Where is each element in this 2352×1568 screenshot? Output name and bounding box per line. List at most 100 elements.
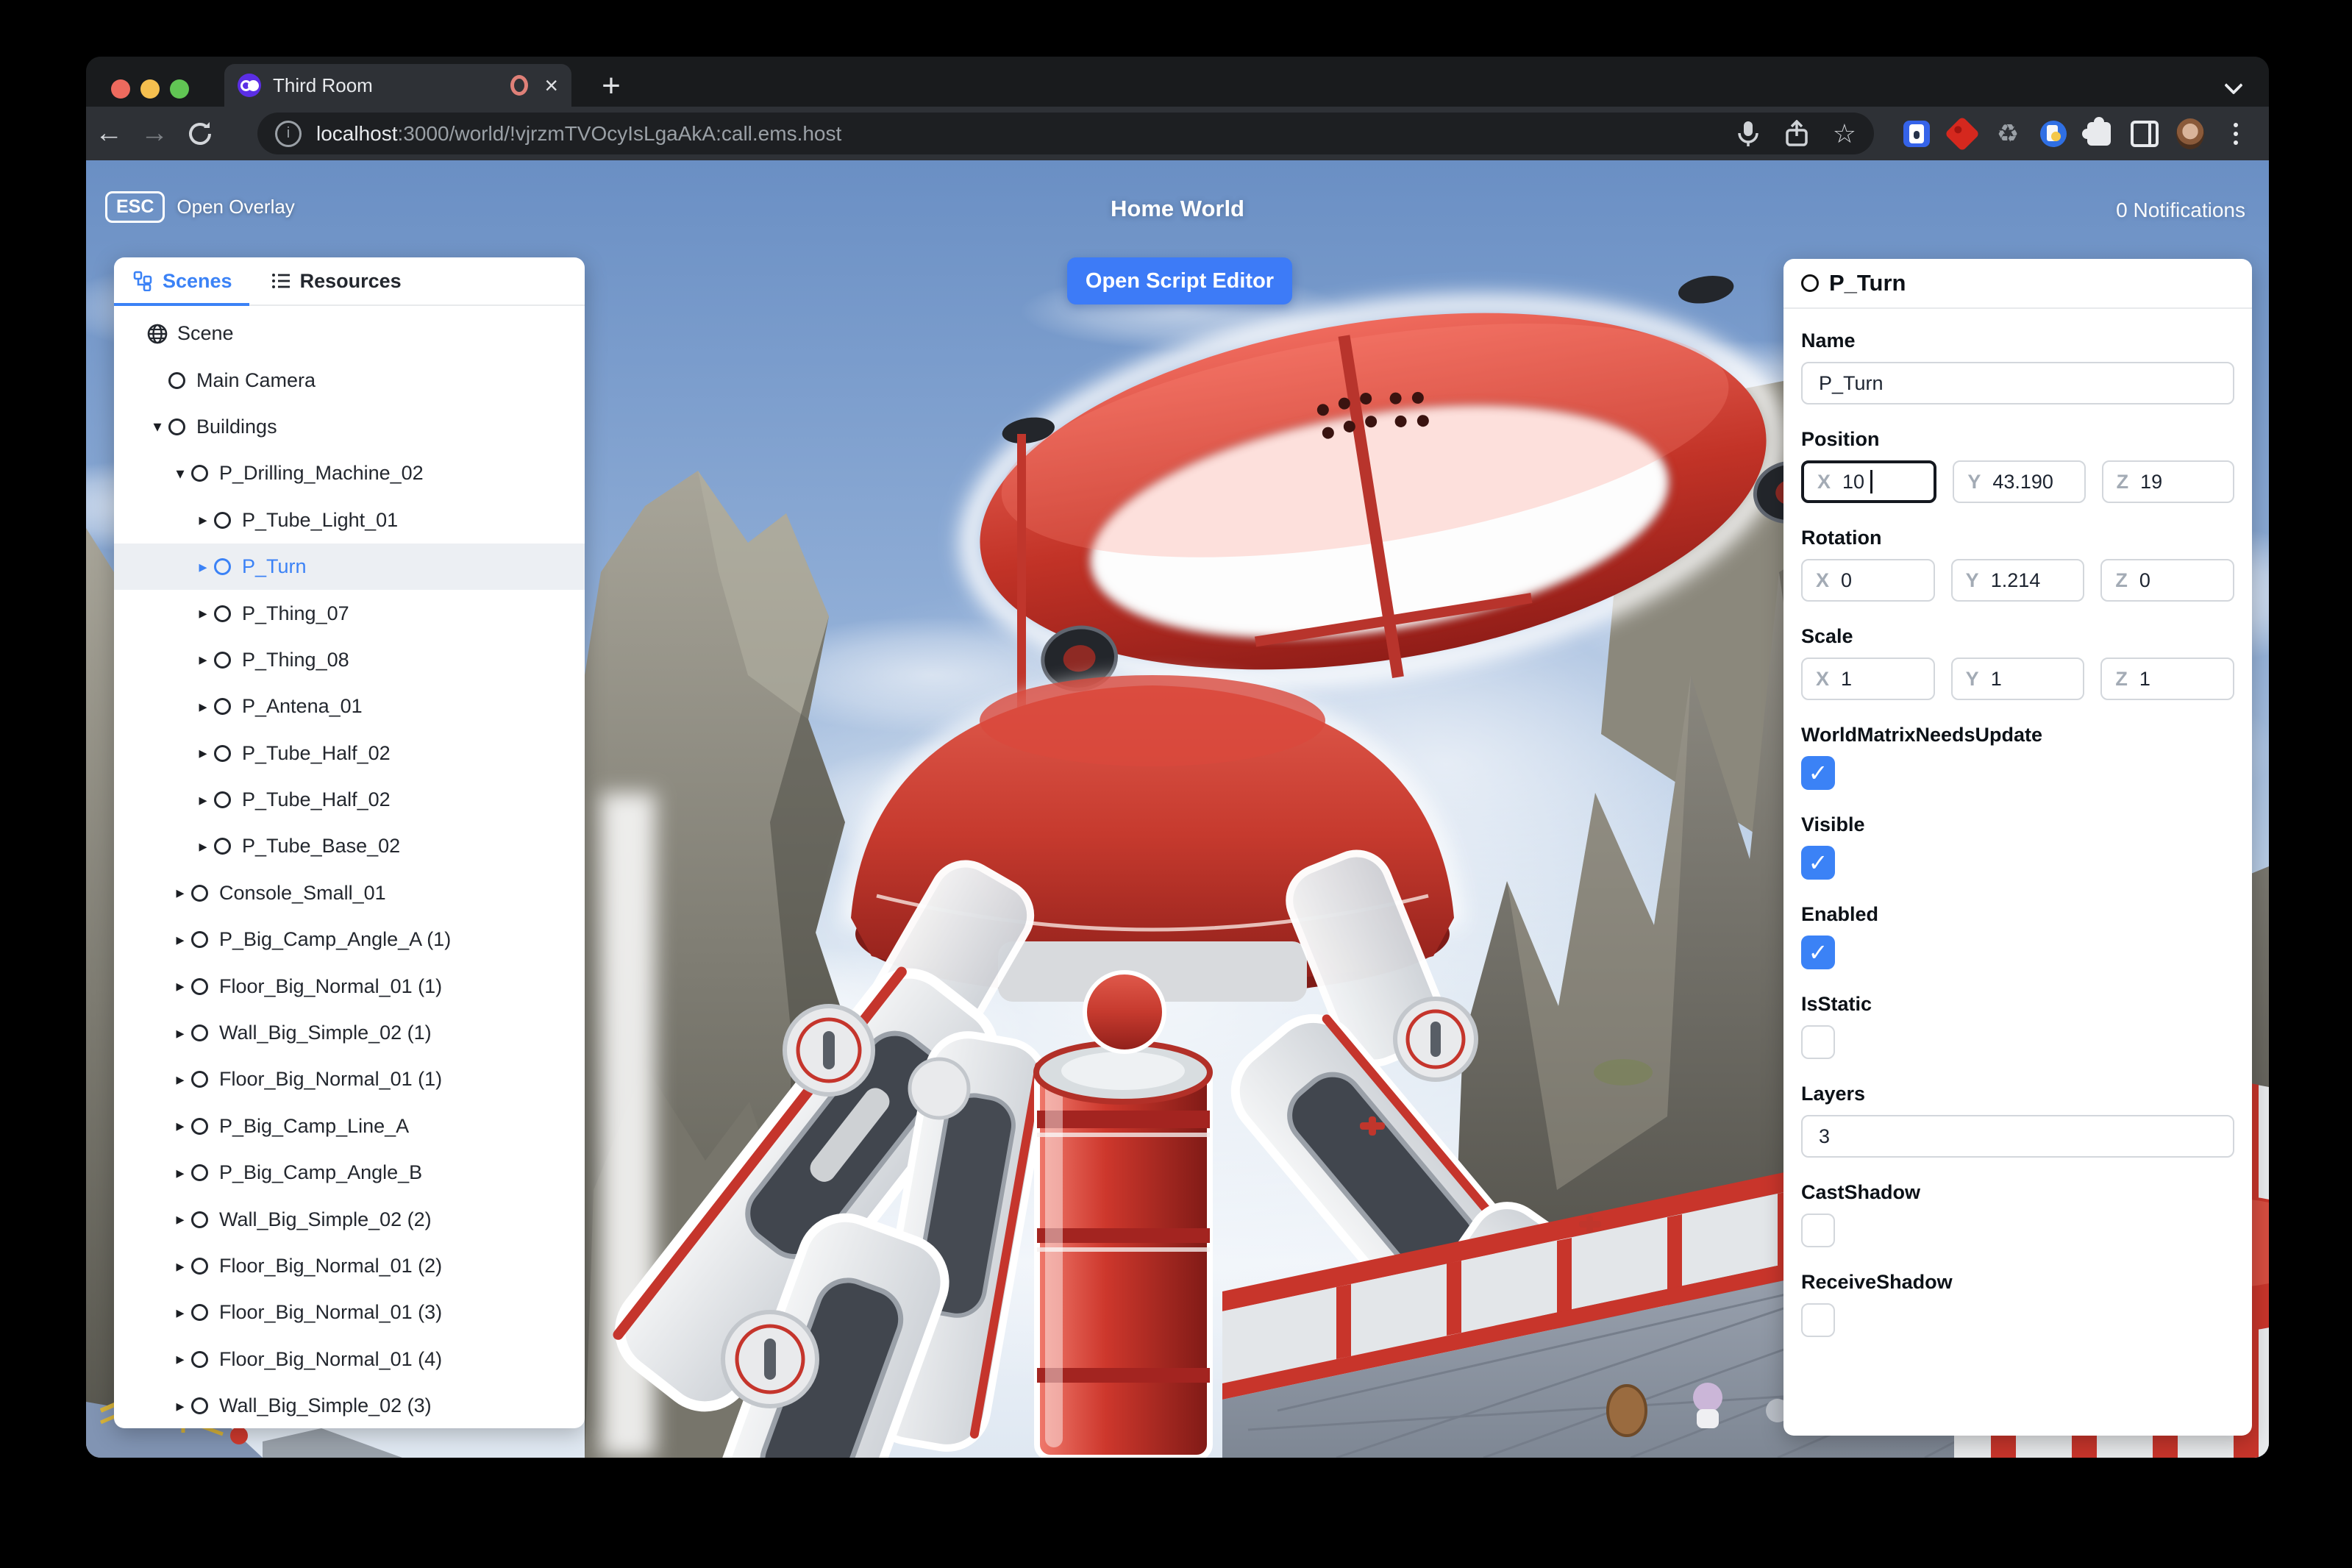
- tree-item[interactable]: ▸ Floor_Big_Normal_01 (2): [114, 1243, 585, 1289]
- tree-item[interactable]: ▾ P_Drilling_Machine_02: [114, 450, 585, 496]
- tree-item[interactable]: ▸ Floor_Big_Normal_01 (1): [114, 1056, 585, 1102]
- browser-toolbar: ← → i localhost:3000/world/!vjrzmTVOcyIs…: [86, 107, 2269, 160]
- worldmatrix-label: WorldMatrixNeedsUpdate: [1801, 724, 2043, 746]
- profile-avatar[interactable]: [2176, 118, 2204, 149]
- new-tab-button[interactable]: +: [592, 67, 630, 105]
- position-x-input[interactable]: X 10: [1801, 460, 1937, 503]
- tree-item-label: Floor_Big_Normal_01 (4): [219, 1347, 443, 1370]
- bookmark-star-icon[interactable]: ☆: [1833, 120, 1856, 147]
- microphone-icon[interactable]: [1736, 120, 1761, 148]
- expander-icon[interactable]: ▸: [169, 1303, 191, 1322]
- expander-icon[interactable]: ▸: [192, 744, 214, 763]
- recycle-extension-icon[interactable]: ♻: [1997, 121, 2019, 146]
- position-y-input[interactable]: Y 43.190: [1953, 460, 2086, 503]
- tree-item[interactable]: Main Camera: [114, 357, 585, 403]
- position-z-input[interactable]: Z 19: [2101, 460, 2234, 503]
- rotation-x-input[interactable]: X 0: [1801, 559, 1935, 602]
- expander-icon[interactable]: ▾: [146, 417, 168, 436]
- tree-item[interactable]: ▸ Floor_Big_Normal_01 (1): [114, 963, 585, 1009]
- extension-icons: ♻: [1903, 107, 2250, 160]
- url-text[interactable]: localhost:3000/world/!vjrzmTVOcyIsLgaAkA…: [316, 122, 1721, 146]
- tree-item[interactable]: ▸ P_Thing_07: [114, 590, 585, 636]
- expander-icon[interactable]: ▸: [192, 557, 214, 577]
- expander-icon[interactable]: ▸: [192, 510, 214, 530]
- expander-icon[interactable]: ▸: [169, 1163, 191, 1183]
- url-bar[interactable]: i localhost:3000/world/!vjrzmTVOcyIsLgaA…: [257, 113, 1874, 154]
- open-script-editor-button[interactable]: Open Script Editor: [1067, 257, 1292, 304]
- tree-item[interactable]: ▸ Wall_Big_Simple_02 (3): [114, 1383, 585, 1428]
- expander-icon[interactable]: ▸: [169, 1257, 191, 1276]
- tab-search-chevron-icon[interactable]: [2225, 74, 2244, 93]
- tree-item-selected[interactable]: ▸ P_Turn: [114, 543, 585, 591]
- tree-item-label: P_Tube_Light_01: [242, 508, 399, 531]
- text-cursor: [1870, 470, 1873, 493]
- minimize-window-button[interactable]: [140, 79, 160, 99]
- tab-scenes[interactable]: Scenes: [114, 257, 252, 304]
- expander-icon[interactable]: ▸: [169, 977, 191, 996]
- reader-extension-icon[interactable]: [2040, 120, 2067, 147]
- tree-item[interactable]: ▸ Floor_Big_Normal_01 (3): [114, 1289, 585, 1336]
- expander-icon[interactable]: ▸: [169, 883, 191, 902]
- tree-item[interactable]: Scene: [114, 310, 585, 357]
- visible-checkbox[interactable]: ✓: [1801, 846, 1835, 880]
- expander-icon[interactable]: ▸: [192, 604, 214, 623]
- tab-resources[interactable]: Resources: [252, 257, 421, 304]
- castshadow-checkbox[interactable]: [1801, 1214, 1835, 1247]
- scale-y-input[interactable]: Y 1: [1950, 658, 2085, 700]
- expander-icon[interactable]: ▸: [169, 1024, 191, 1043]
- scale-x-input[interactable]: X 1: [1801, 658, 1935, 700]
- expander-icon[interactable]: ▸: [192, 697, 214, 716]
- rotation-y-input[interactable]: Y 1.214: [1950, 559, 2085, 602]
- expander-icon[interactable]: ▸: [169, 1116, 191, 1136]
- expander-icon[interactable]: ▸: [169, 1070, 191, 1089]
- expander-icon[interactable]: ▸: [192, 837, 214, 856]
- notifications-status[interactable]: 0 Notifications: [2116, 199, 2245, 222]
- expander-icon[interactable]: ▾: [169, 464, 191, 483]
- sidebar-toggle-icon[interactable]: [2131, 120, 2159, 147]
- tree-item[interactable]: ▸ P_Thing_08: [114, 637, 585, 683]
- tree-item[interactable]: ▸ P_Tube_Base_02: [114, 823, 585, 869]
- expander-icon[interactable]: ▸: [192, 791, 214, 810]
- forward-icon[interactable]: →: [132, 118, 177, 149]
- tree-item[interactable]: ▾ Buildings: [114, 404, 585, 450]
- tree-item[interactable]: ▸ P_Big_Camp_Angle_A (1): [114, 916, 585, 963]
- worldmatrix-checkbox[interactable]: ✓: [1801, 756, 1835, 790]
- share-icon[interactable]: [1784, 119, 1809, 148]
- red-extension-icon[interactable]: [1944, 115, 1981, 152]
- rotation-z-input[interactable]: Z 0: [2100, 559, 2235, 602]
- scale-z-input[interactable]: Z 1: [2100, 658, 2235, 700]
- tree-item[interactable]: ▸ P_Big_Camp_Line_A: [114, 1103, 585, 1150]
- tree-item-label: Floor_Big_Normal_01 (1): [219, 1068, 443, 1091]
- info-icon[interactable]: i: [275, 120, 302, 147]
- enabled-checkbox[interactable]: ✓: [1801, 936, 1835, 969]
- tree-item[interactable]: ▸ Wall_Big_Simple_02 (2): [114, 1196, 585, 1242]
- expander-icon[interactable]: ▸: [169, 930, 191, 949]
- close-window-button[interactable]: [111, 79, 130, 99]
- back-icon[interactable]: ←: [86, 118, 132, 149]
- layers-input[interactable]: 3: [1801, 1115, 2234, 1158]
- password-manager-extension-icon[interactable]: [1903, 120, 1930, 147]
- tree-item[interactable]: ▸ Floor_Big_Normal_01 (4): [114, 1336, 585, 1383]
- zoom-window-button[interactable]: [170, 79, 189, 99]
- receiveshadow-checkbox[interactable]: [1801, 1303, 1835, 1337]
- name-input[interactable]: P_Turn: [1801, 362, 2234, 405]
- expander-icon[interactable]: ▸: [169, 1210, 191, 1229]
- tree-item[interactable]: ▸ P_Tube_Half_02: [114, 777, 585, 823]
- expander-icon[interactable]: ▸: [169, 1397, 191, 1416]
- extensions-puzzle-icon[interactable]: [2082, 116, 2111, 146]
- menu-dots-icon[interactable]: [2234, 122, 2238, 145]
- tree-item[interactable]: ▸ Console_Small_01: [114, 870, 585, 916]
- tab-close-icon[interactable]: ×: [544, 74, 558, 97]
- third-room-favicon-icon: [238, 74, 261, 97]
- isstatic-checkbox[interactable]: [1801, 1025, 1835, 1059]
- tree-item[interactable]: ▸ P_Antena_01: [114, 683, 585, 730]
- tree-item[interactable]: ▸ P_Big_Camp_Angle_B: [114, 1150, 585, 1196]
- tree-item[interactable]: ▸ P_Tube_Half_02: [114, 730, 585, 777]
- reload-icon[interactable]: [177, 119, 223, 149]
- browser-tab[interactable]: Third Room ×: [224, 64, 571, 107]
- expander-icon[interactable]: ▸: [169, 1350, 191, 1369]
- 3d-viewport[interactable]: ESC Open Overlay Home World 0 Notificati…: [86, 160, 2269, 1458]
- expander-icon[interactable]: ▸: [192, 650, 214, 669]
- tree-item[interactable]: ▸ P_Tube_Light_01: [114, 497, 585, 544]
- tree-item[interactable]: ▸ Wall_Big_Simple_02 (1): [114, 1010, 585, 1056]
